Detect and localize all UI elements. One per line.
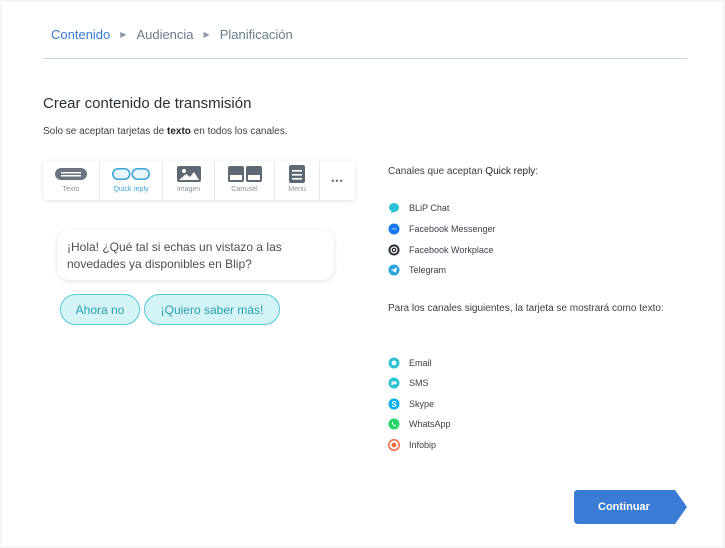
carousel-icon [227, 166, 262, 182]
quick-reply-quiero-saber-mas[interactable]: ¡Quiero saber más! [144, 294, 280, 325]
breadcrumb-step-audiencia[interactable]: Audiencia [136, 27, 193, 42]
tool-quick-reply[interactable]: Quick reply [100, 161, 163, 200]
tool-label: Carrusel [231, 186, 258, 193]
channel-name: Facebook Messenger [409, 224, 496, 234]
heading-text: Canales que aceptan [388, 166, 486, 177]
breadcrumb: Contenido ▶ Audiencia ▶ Planificación [51, 27, 293, 42]
text-icon [55, 166, 87, 182]
breadcrumb-separator-icon: ▶ [120, 30, 127, 39]
skype-icon: S [388, 398, 400, 410]
channel-name: Skype [409, 399, 435, 409]
breadcrumb-step-planificacion[interactable]: Planificación [220, 27, 293, 42]
channel-telegram: Telegram [388, 264, 446, 276]
email-icon [388, 357, 400, 369]
channel-name: Telegram [409, 265, 447, 275]
channel-email: Email [388, 357, 432, 369]
tool-text[interactable]: Texto [43, 161, 100, 200]
blip-chat-icon [388, 202, 400, 214]
quick-reply-icon [112, 166, 150, 182]
heading-bold: Quick reply [485, 166, 536, 177]
channel-name: Infobip [409, 440, 437, 450]
tool-label: Menú [288, 186, 306, 193]
channel-name: Email [409, 358, 432, 368]
channel-name: BLiP Chat [409, 203, 450, 213]
page-title: Crear contenido de transmisión [43, 95, 252, 112]
telegram-icon [388, 264, 400, 276]
whatsapp-icon [388, 418, 400, 430]
menu-icon [289, 165, 305, 183]
continue-button-label: Continuar [598, 501, 650, 513]
svg-text:S: S [391, 400, 397, 409]
tool-label: Quick reply [113, 186, 149, 193]
text-channels-heading: Para los canales siguientes, la tarjeta … [388, 303, 664, 314]
header-divider [43, 58, 687, 59]
message-bubble: ¡Hola! ¿Qué tal si echas un vistazo a la… [57, 230, 334, 280]
channel-name: Facebook Workplace [409, 245, 494, 255]
messenger-icon [388, 223, 400, 235]
channel-facebook-workplace: Facebook Workplace [388, 244, 493, 256]
heading-colon: : [535, 166, 539, 177]
accept-channels-heading: Canales que aceptan Quick reply: [388, 163, 538, 180]
subtitle-bold: texto [166, 126, 191, 137]
page: Contenido ▶ Audiencia ▶ Planificación Cr… [2, 2, 723, 546]
channel-sms: SMS [388, 377, 429, 389]
more-options-button[interactable]: ••• [320, 161, 355, 200]
tool-label: Texto [62, 186, 80, 193]
subtitle-text-end: en todos los canales. [190, 126, 288, 137]
subtitle-text: Solo se aceptan tarjetas de [43, 126, 167, 137]
channel-skype: S Skype [388, 398, 434, 410]
card-type-toolbar: Texto Quick reply Imagen Carrusel Menú •… [43, 161, 355, 200]
image-icon [176, 166, 201, 182]
channel-whatsapp: WhatsApp [388, 418, 451, 430]
channel-blip-chat: BLiP Chat [388, 202, 449, 214]
sms-icon [388, 377, 400, 389]
tool-label: Imagen [176, 186, 201, 193]
channel-facebook-messenger: Facebook Messenger [388, 223, 496, 235]
tool-carousel[interactable]: Carrusel [215, 161, 275, 200]
quick-reply-ahora-no[interactable]: Ahora no [60, 294, 140, 325]
more-icon: ••• [331, 175, 344, 186]
channel-infobip: Infobip [388, 439, 436, 451]
page-subtitle: Solo se aceptan tarjetas de texto en tod… [43, 126, 288, 137]
breadcrumb-separator-icon: ▶ [203, 30, 210, 39]
tool-menu[interactable]: Menú [275, 161, 320, 200]
infobip-icon [388, 439, 400, 451]
channel-name: WhatsApp [409, 419, 451, 429]
workplace-icon [388, 244, 400, 256]
continue-button[interactable]: Continuar [574, 490, 687, 524]
channel-name: SMS [409, 378, 429, 388]
breadcrumb-step-contenido[interactable]: Contenido [51, 27, 110, 42]
tool-image[interactable]: Imagen [163, 161, 215, 200]
